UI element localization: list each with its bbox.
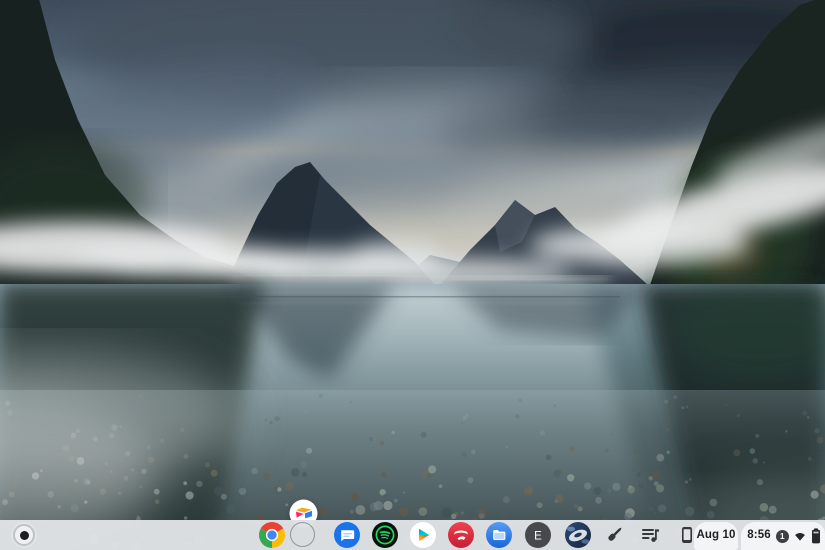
shelf-app-play-store[interactable] (410, 522, 436, 548)
shelf-app-spotify[interactable] (372, 522, 398, 548)
shelf: E (0, 520, 825, 550)
status-tray[interactable]: 8:56 1 (741, 522, 825, 550)
launcher-button[interactable] (15, 526, 33, 544)
shelf-app-stadia[interactable] (448, 522, 474, 548)
wallpaper-milford-sound (0, 0, 825, 550)
messages-icon (334, 522, 360, 548)
eyedropper-icon (601, 522, 627, 548)
play-store-icon (410, 522, 436, 548)
letter-e-icon: E (525, 522, 551, 548)
shelf-app-chrome[interactable] (259, 522, 285, 548)
files-icon (486, 522, 512, 548)
desktop[interactable]: E (0, 0, 825, 550)
spotify-icon (372, 522, 398, 548)
date-label: Aug 10 (697, 530, 736, 542)
notification-count-badge: 1 (776, 530, 789, 543)
calendar-date-pill[interactable]: Aug 10 (694, 522, 738, 550)
shelf-app-photo[interactable] (565, 522, 591, 548)
queue-music-icon (638, 522, 664, 548)
chrome-icon (259, 522, 285, 548)
shelf-app-placeholder-slot[interactable] (290, 522, 315, 547)
app-letter: E (534, 530, 542, 542)
clock-label: 8:56 (747, 530, 770, 542)
stadia-icon (448, 522, 474, 548)
wallpaper-art (0, 0, 825, 550)
wifi-icon (794, 530, 806, 542)
shelf-app-media-playlist[interactable] (638, 522, 664, 548)
photo-thumbnail-icon (565, 522, 591, 548)
shelf-app-files[interactable] (486, 522, 512, 548)
shelf-app-color-picker[interactable] (601, 522, 627, 548)
shelf-app-e[interactable]: E (525, 522, 551, 548)
battery-icon (811, 528, 821, 544)
shelf-app-messages[interactable] (334, 522, 360, 548)
